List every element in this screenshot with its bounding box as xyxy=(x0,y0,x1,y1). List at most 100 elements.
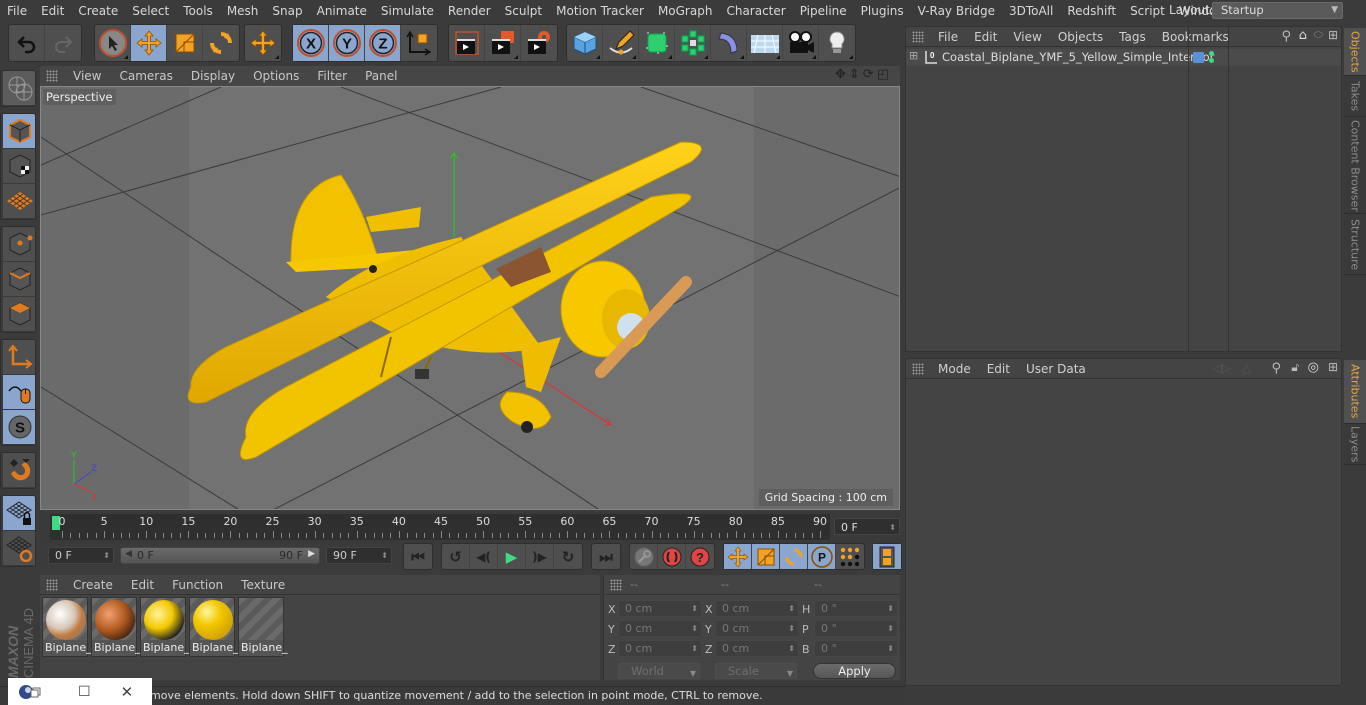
panel-grip-handle[interactable] xyxy=(610,578,622,591)
zoom-view-icon[interactable]: ⇕ xyxy=(849,67,860,82)
search-icon[interactable]: ⚲ xyxy=(1271,361,1281,376)
end-frame-field[interactable]: 90 F ⬍ xyxy=(326,547,392,564)
spinner-icon[interactable]: ⬍ xyxy=(788,621,795,637)
tweak-mode-button[interactable] xyxy=(3,375,35,410)
object-menu-file[interactable]: File xyxy=(930,30,966,44)
viewport-menu-view[interactable]: View xyxy=(64,69,110,83)
menu-pipeline[interactable]: Pipeline xyxy=(793,4,854,18)
model-mode-button[interactable] xyxy=(3,114,35,149)
texture-mode-button[interactable] xyxy=(3,149,35,184)
search-icon[interactable]: ⚲ xyxy=(1281,29,1291,44)
object-menu-view[interactable]: View xyxy=(1005,30,1049,44)
viewport-menu-panel[interactable]: Panel xyxy=(356,69,406,83)
spinner-icon[interactable]: ⬍ xyxy=(381,548,388,564)
points-mode-button[interactable] xyxy=(3,227,35,262)
target-icon[interactable]: ◎ xyxy=(1308,360,1319,375)
workplane-rotate-button[interactable] xyxy=(3,531,35,566)
next-frame-button[interactable]: )▶ xyxy=(526,544,554,569)
current-frame-field[interactable]: 0 F ⬍ xyxy=(834,518,900,535)
menu-tools[interactable]: Tools xyxy=(176,4,220,18)
up-arrow-icon[interactable]: △ xyxy=(1242,361,1251,375)
menu-script[interactable]: Script xyxy=(1123,4,1172,18)
object-name[interactable]: Coastal_Biplane_YMF_5_Yellow_Simple_Inte… xyxy=(942,50,1214,64)
range-left-arrow-icon[interactable]: ◀ xyxy=(125,549,132,559)
redo-button[interactable] xyxy=(45,25,81,61)
auto-keying-button[interactable] xyxy=(658,544,686,569)
object-row[interactable]: ⊞ 0 Coastal_Biplane_YMF_5_Yellow_Simple_… xyxy=(906,27,1341,353)
material-menu-texture[interactable]: Texture xyxy=(232,578,294,592)
spinner-icon[interactable]: ⬍ xyxy=(691,621,698,637)
polygons-mode-button[interactable] xyxy=(3,297,35,332)
menu-mograph[interactable]: MoGraph xyxy=(651,4,720,18)
menu-sculpt[interactable]: Sculpt xyxy=(498,4,549,18)
visibility-eye-icon[interactable]: ⬭ xyxy=(1314,28,1323,42)
pan-view-icon[interactable]: ✥ xyxy=(835,67,846,82)
menu-motion-tracker[interactable]: Motion Tracker xyxy=(549,4,651,18)
tab-structure[interactable]: Structure xyxy=(1344,215,1366,275)
menu-file[interactable]: File xyxy=(0,4,34,18)
apply-button[interactable]: Apply xyxy=(813,663,896,679)
panel-grip-handle[interactable] xyxy=(912,30,924,43)
start-frame-field[interactable]: 0 F ⬍ xyxy=(48,547,114,564)
key-scale-button[interactable] xyxy=(752,544,780,569)
rot-p-field[interactable]: 0 ° ⬍ xyxy=(814,620,898,637)
cloner-button[interactable] xyxy=(675,25,711,61)
menu-plugins[interactable]: Plugins xyxy=(854,4,911,18)
maximize-icon[interactable]: ☐ xyxy=(78,684,91,700)
panel-grip-handle[interactable] xyxy=(912,362,924,375)
live-selection-button[interactable] xyxy=(95,25,131,61)
tab-attributes[interactable]: Attributes xyxy=(1344,360,1366,424)
material-swatch[interactable]: Biplane_ xyxy=(42,597,92,657)
move-tool-button[interactable] xyxy=(131,25,167,61)
rot-h-field[interactable]: 0 ° ⬍ xyxy=(814,600,898,617)
menu-animate[interactable]: Animate xyxy=(310,4,374,18)
make-editable-button[interactable] xyxy=(3,71,35,106)
workplane-mode-button[interactable] xyxy=(3,184,35,219)
deformer-button[interactable] xyxy=(711,25,747,61)
undo-button[interactable] xyxy=(9,25,45,61)
spinner-icon[interactable]: ⬍ xyxy=(691,641,698,657)
floor-button[interactable] xyxy=(747,25,783,61)
menu-select[interactable]: Select xyxy=(125,4,176,18)
pen-button[interactable] xyxy=(603,25,639,61)
goto-start-button[interactable]: ⏮ xyxy=(404,544,432,569)
menu-redshift[interactable]: Redshift xyxy=(1060,4,1123,18)
panel-grip-handle[interactable] xyxy=(46,578,58,591)
material-menu-function[interactable]: Function xyxy=(163,578,232,592)
coordinate-space-dropdown[interactable]: World ▼ xyxy=(618,663,700,679)
spinner-icon[interactable]: ⬍ xyxy=(691,601,698,617)
recent-move-button[interactable] xyxy=(245,25,281,61)
menu-3dtoall[interactable]: 3DToAll xyxy=(1002,4,1060,18)
rot-b-field[interactable]: 0 ° ⬍ xyxy=(814,640,898,657)
spinner-icon[interactable]: ⬍ xyxy=(788,601,795,617)
timeline-ruler[interactable]: 0 5 10 15 20 25 30 35 40 45 50 55 60 65 70 75 80 85 90 xyxy=(50,514,830,540)
render-picture-viewer-button[interactable] xyxy=(485,25,521,61)
size-z-field[interactable]: 0 cm ⬍ xyxy=(715,640,799,657)
material-menu-edit[interactable]: Edit xyxy=(122,578,163,592)
layer-color-swatch[interactable] xyxy=(1193,52,1204,63)
menu-vray-bridge[interactable]: V-Ray Bridge xyxy=(911,4,1002,18)
menu-render[interactable]: Render xyxy=(441,4,498,18)
rotate-tool-button[interactable] xyxy=(203,25,239,61)
axis-mode-button[interactable] xyxy=(3,340,35,375)
object-menu-objects[interactable]: Objects xyxy=(1050,30,1111,44)
material-swatch[interactable]: Biplane_ xyxy=(189,597,239,657)
render-visibility-dot[interactable] xyxy=(1209,58,1214,63)
subdivision-surface-button[interactable] xyxy=(639,25,675,61)
viewport-menu-display[interactable]: Display xyxy=(182,69,244,83)
tab-content-browser[interactable]: Content Browser xyxy=(1344,118,1366,214)
spinner-icon[interactable]: ⬍ xyxy=(887,601,894,617)
cube-button[interactable] xyxy=(567,25,603,61)
spinner-icon[interactable]: ⬍ xyxy=(788,641,795,657)
pos-y-field[interactable]: 0 cm ⬍ xyxy=(618,620,702,637)
render-settings-button[interactable] xyxy=(521,25,557,61)
new-panel-icon[interactable]: ⊞ xyxy=(1328,28,1338,42)
close-icon[interactable]: ✕ xyxy=(121,683,134,701)
menu-simulate[interactable]: Simulate xyxy=(374,4,441,18)
lock-open-icon[interactable]: 🔓︎ xyxy=(1291,360,1299,375)
key-rotation-button[interactable] xyxy=(780,544,808,569)
menu-create[interactable]: Create xyxy=(71,4,125,18)
key-point-level-button[interactable] xyxy=(836,544,864,569)
menu-edit[interactable]: Edit xyxy=(34,4,71,18)
material-swatch[interactable]: Biplane_ xyxy=(91,597,141,657)
